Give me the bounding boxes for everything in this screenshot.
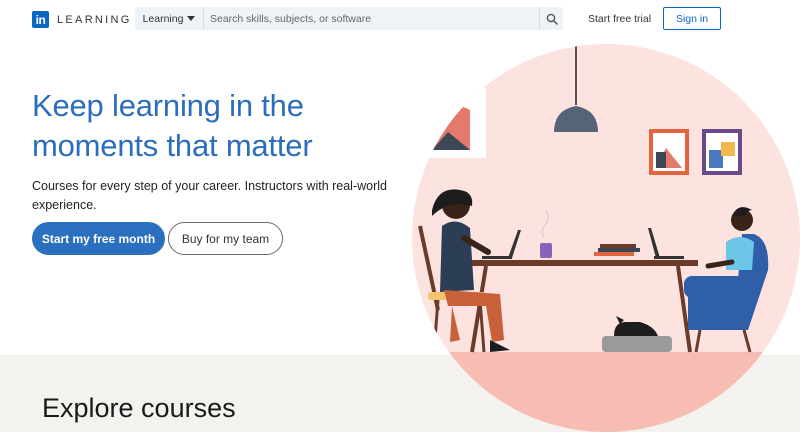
search-bar: Learning xyxy=(135,7,563,30)
start-free-trial-link[interactable]: Start free trial xyxy=(588,13,651,25)
linkedin-learning-logo[interactable]: in LEARNING xyxy=(32,11,132,28)
linkedin-logo-icon: in xyxy=(32,11,49,28)
hero-illustration xyxy=(412,44,800,432)
search-input[interactable] xyxy=(204,7,539,30)
chevron-down-icon xyxy=(187,16,196,21)
logo-text: LEARNING xyxy=(57,13,132,26)
search-category-dropdown[interactable]: Learning xyxy=(135,7,204,30)
sign-in-button[interactable]: Sign in xyxy=(663,7,721,30)
buy-for-team-button[interactable]: Buy for my team xyxy=(168,222,283,255)
hero-title: Keep learning in the moments that matter xyxy=(32,88,313,163)
hero-subtitle: Courses for every step of your career. I… xyxy=(32,179,387,212)
search-icon xyxy=(546,13,558,25)
search-category-label: Learning xyxy=(142,12,184,25)
search-button[interactable] xyxy=(539,7,563,30)
start-free-month-button[interactable]: Start my free month xyxy=(32,222,165,255)
explore-courses-heading: Explore courses xyxy=(42,393,236,423)
